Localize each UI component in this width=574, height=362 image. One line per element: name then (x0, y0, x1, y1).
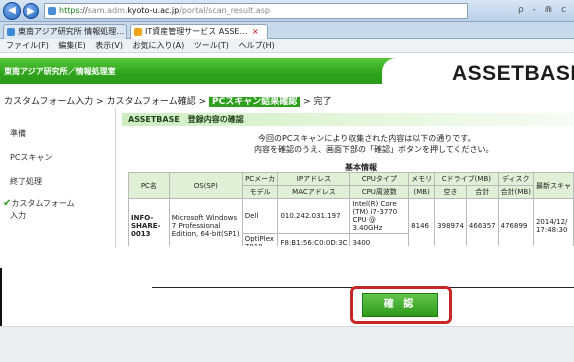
cell-memory: 8146 (408, 198, 436, 246)
breadcrumb: カスタムフォーム入力 > カスタムフォーム確認 > PCスキャン結果確認 > 完… (4, 94, 331, 107)
col-memory-unit: (MB) (408, 185, 436, 199)
tab-label: 東南アジア研究所 情報処理… (18, 27, 125, 36)
menu-favorites[interactable]: お気に入り(A) (133, 41, 185, 50)
url-scheme: https (59, 6, 80, 15)
col-cfree: 空き (434, 185, 467, 199)
cropped-gap (0, 248, 574, 268)
back-button-icon[interactable]: ◀ (3, 2, 21, 20)
left-border (0, 268, 2, 326)
breadcrumb-item: カスタムフォーム確認 (106, 97, 196, 107)
col-os: OS(SP) (168, 172, 243, 199)
tab-bar: 東南アジア研究所 情報処理… IT資産管理サービス ASSE… × (0, 22, 574, 39)
table-header-row: PC名 OS(SP) PCメーカ IPアドレス CPUタイプ メモリ Cドライブ… (128, 172, 574, 199)
cell-cpu: Intel(R) Core (TM) i7-3770 CPU @ 3.40GHz (349, 198, 410, 234)
col-ctotal: 合計 (465, 185, 499, 199)
screenshot-root: ◀ ▶ https://sam.adm.kyoto-u.ac.jp/portal… (0, 0, 574, 362)
site-name: 東南アジア研究所／情報処理室 (4, 67, 116, 76)
tab-active[interactable]: IT資産管理サービス ASSE… × (130, 24, 268, 39)
basic-info-table: PC名 OS(SP) PCメーカ IPアドレス CPUタイプ メモリ Cドライブ… (128, 172, 574, 246)
col-lastscan: 最新スキャ (532, 172, 574, 199)
breadcrumb-item: カスタムフォーム入力 (4, 97, 94, 107)
tab-favicon-icon (134, 28, 142, 36)
breadcrumb-current: PCスキャン結果確認 (209, 97, 301, 107)
cell-mac: F8:B1:56:C0:0D:3C (277, 233, 351, 246)
url-separator: :// (79, 6, 88, 15)
cell-ip: 010.242.031.197 (277, 198, 351, 234)
cell-pcname: INFO-SHARE-0013 (128, 198, 170, 246)
menu-bar: ファイル(F) 編集(E) 表示(V) お気に入り(A) ツール(T) ヘルプ(… (0, 39, 574, 53)
col-cdrive: Cドライブ(MB) (434, 172, 499, 186)
col-model: モデル (241, 185, 279, 199)
col-freq: CPU周波数 (349, 185, 410, 199)
url-action-icons[interactable]: ρ - ⋒ c (518, 5, 569, 15)
sidebar-item-pcscan: PCスキャン (10, 153, 53, 162)
sidebar-item-prepare: 準備 (10, 129, 26, 138)
cell-freq: 3400 (349, 233, 410, 246)
breadcrumb-sep: > (96, 97, 104, 107)
page-title: ASSETBASE 登録内容の確認 (122, 113, 574, 126)
col-disktotal: 合計(MB) (497, 185, 534, 199)
tab-inactive[interactable]: 東南アジア研究所 情報処理… (3, 24, 127, 39)
menu-file[interactable]: ファイル(F) (6, 41, 49, 50)
cell-cfree: 398974 (434, 198, 467, 246)
col-maker: PCメーカ (241, 172, 279, 186)
cell-lastscan: 2014/12/ 17:48:30 (532, 198, 574, 246)
sidebar-item-label-line2: 入力 (10, 211, 26, 220)
tab-close-icon[interactable]: × (252, 27, 259, 36)
sidebar: 準備 PCスキャン 終了処理 ✔カスタムフォーム 入力 (0, 108, 116, 248)
highlight-frame (350, 286, 452, 324)
col-ip: IPアドレス (277, 172, 351, 186)
url-path: /portal/scan_result.asp (179, 6, 271, 15)
site-favicon-icon (48, 7, 56, 15)
breadcrumb-sep: > (198, 97, 207, 107)
cell-disktotal: 476899 (497, 198, 534, 246)
col-disk: ディスク (497, 172, 534, 186)
menu-edit[interactable]: 編集(E) (58, 41, 85, 50)
col-memory: メモリ (408, 172, 436, 186)
sidebar-item-label: カスタムフォーム (11, 199, 75, 208)
assetbase-logo: ASSETBASE (452, 62, 574, 85)
url-blurred: sam.adm. (87, 6, 128, 15)
breadcrumb-after: > 完了 (303, 97, 332, 107)
sidebar-item-finish: 終了処理 (10, 177, 42, 186)
address-bar: ◀ ▶ https://sam.adm.kyoto-u.ac.jp/portal… (0, 0, 574, 22)
intro-text: 今回のPCスキャンにより収集された内容は以下の通りです。 (258, 134, 476, 143)
tab-favicon-icon (7, 28, 15, 36)
tab-label: IT資産管理サービス ASSE… (145, 27, 248, 36)
cell-os: Microsoft Windows 7 Professional Edition… (168, 198, 243, 246)
intro-text: 内容を確認のうえ、画面下部の「確認」ボタンを押してください。 (254, 145, 494, 154)
cell-ctotal: 466357 (465, 198, 499, 246)
table-row: INFO-SHARE-0013 Microsoft Windows 7 Prof… (128, 198, 574, 246)
sidebar-item-customform: ✔カスタムフォーム (3, 198, 75, 209)
table-wrapper: PC名 OS(SP) PCメーカ IPアドレス CPUタイプ メモリ Cドライブ… (128, 172, 574, 246)
url-host: kyoto-u.ac.jp (127, 6, 180, 15)
footer-band (0, 326, 574, 362)
cell-maker: Dell (241, 198, 279, 234)
col-mac: MACアドレス (277, 185, 351, 199)
col-pcname: PC名 (128, 172, 170, 199)
col-cpu: CPUタイプ (349, 172, 410, 186)
cell-model: OptiPlex 7010 (241, 233, 279, 246)
menu-help[interactable]: ヘルプ(H) (238, 41, 274, 50)
forward-button-icon[interactable]: ▶ (23, 3, 39, 19)
url-input[interactable]: https://sam.adm.kyoto-u.ac.jp/portal/sca… (44, 3, 468, 19)
menu-tools[interactable]: ツール(T) (194, 41, 229, 50)
menu-view[interactable]: 表示(V) (95, 41, 123, 50)
